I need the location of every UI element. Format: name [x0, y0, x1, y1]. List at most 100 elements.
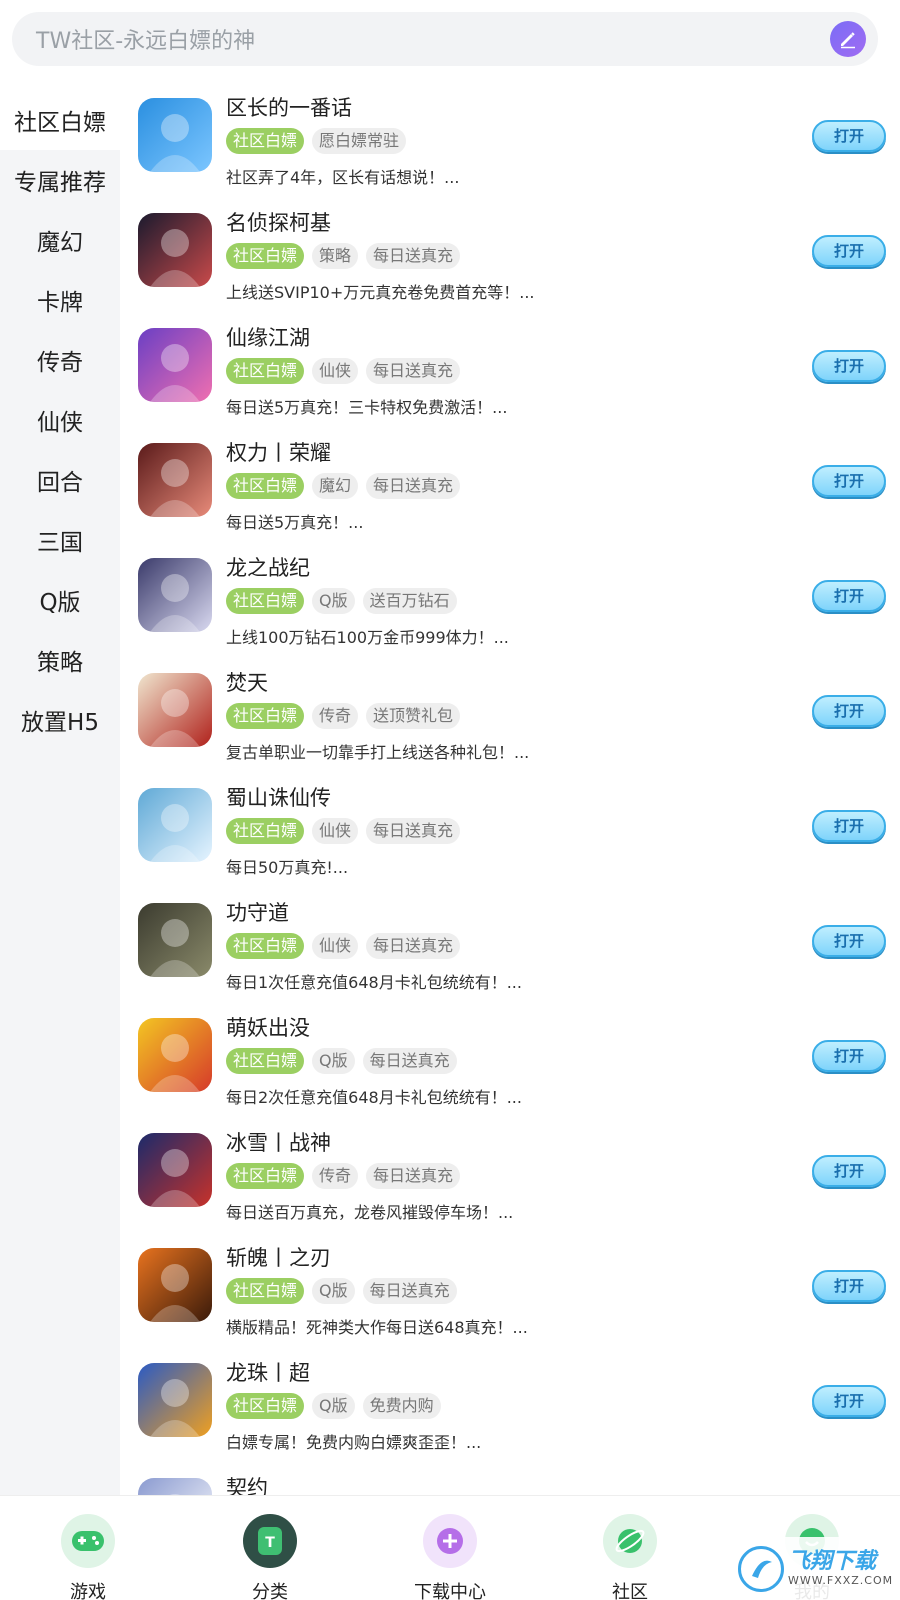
swordsman-icon[interactable]	[138, 903, 212, 977]
game-tag: 每日送真充	[366, 1163, 461, 1189]
game-row[interactable]: 名侦探柯基 社区白嫖 策略 每日送真充 上线送SVIP10+万元真充卷免费首充等！...…	[120, 207, 900, 322]
dragon-armor-icon[interactable]	[138, 1133, 212, 1207]
game-title[interactable]: 仙缘江湖	[226, 322, 310, 352]
detective-character-icon[interactable]	[138, 213, 212, 287]
open-button[interactable]: 打开	[812, 1270, 886, 1302]
game-title[interactable]: 契约	[226, 1472, 268, 1495]
game-description: 上线送SVIP10+万元真充卷免费首充等！...	[226, 283, 535, 302]
open-button[interactable]: 打开	[812, 580, 886, 612]
nav-games[interactable]: 游戏	[38, 1514, 138, 1600]
sidebar-item-legend[interactable]: 传奇	[0, 330, 120, 390]
game-tag: 魔幻	[312, 473, 359, 499]
game-row[interactable]: 龙之战纪 社区白嫖 Q版 送百万钻石 上线100万钻石100万金币999体力！... 打开	[120, 552, 900, 667]
sidebar-item-strategy[interactable]: 策略	[0, 630, 120, 690]
sidebar-item-turn-based[interactable]: 回合	[0, 450, 120, 510]
game-title[interactable]: 龙之战纪	[226, 552, 310, 582]
nav-category[interactable]: T 分类	[220, 1514, 320, 1600]
game-row[interactable]: 龙珠丨超 社区白嫖 Q版 免费内购 白嫖专属！免费内购白嫖爽歪歪！... 打开	[120, 1357, 900, 1472]
open-button[interactable]: 打开	[812, 810, 886, 842]
game-row[interactable]: 权力丨荣耀社区白嫖 魔幻 每日送真充每日送5万真充！... 打开	[120, 437, 900, 552]
sidebar-item-xianxia[interactable]: 仙侠	[0, 390, 120, 450]
pikachu-icon[interactable]	[138, 1018, 212, 1092]
category-sidebar: 社区白嫖 专属推荐 魔幻 卡牌 传奇 仙侠 回合 三国 Q版 策略 放置H5	[0, 90, 120, 1495]
game-row[interactable]: 功守道 社区白嫖 仙侠 每日送真充 每日1次任意充值648月卡礼包统统有！... 打开	[120, 897, 900, 1012]
open-button[interactable]: 打开	[812, 1040, 886, 1072]
svg-text:T: T	[265, 1535, 275, 1551]
xianyuan-calligraphy-icon[interactable]	[138, 328, 212, 402]
game-title[interactable]: 冰雪丨战神	[226, 1127, 331, 1157]
game-row[interactable]: 斩魄丨之刃 社区白嫖 Q版 每日送真充 横版精品！死神类大作每日送648真充！... 打开	[120, 1242, 900, 1357]
open-button[interactable]: 打开	[812, 925, 886, 957]
queen-portrait-icon[interactable]	[138, 443, 212, 517]
community-badge: 社区白嫖	[226, 703, 305, 729]
game-row[interactable]: 契约	[120, 1472, 900, 1495]
game-tag: Q版	[312, 1048, 355, 1074]
game-title[interactable]: 龙珠丨超	[226, 1357, 310, 1387]
game-row[interactable]: 萌妖出没 社区白嫖 Q版 每日送真充 每日2次任意充值648月卡礼包统统有！... 打开	[120, 1012, 900, 1127]
nav-category-label: 分类	[252, 1582, 288, 1600]
game-tag: 仙侠	[312, 358, 359, 384]
planet-icon	[603, 1514, 657, 1568]
game-description: 上线100万钻石100万金币999体力！...	[226, 628, 509, 647]
game-row[interactable]: 冰雪丨战神 社区白嫖 传奇 每日送真充 每日送百万真充，龙卷风摧毁停车场！... 打开	[120, 1127, 900, 1242]
fentian-calligraphy-icon[interactable]	[138, 673, 212, 747]
open-button[interactable]: 打开	[812, 120, 886, 152]
game-row[interactable]: 焚天 社区白嫖 传奇 送顶赞礼包 复古单职业一切靠手打上线送各种礼包！... 打开	[120, 667, 900, 782]
game-title[interactable]: 萌妖出没	[226, 1012, 310, 1042]
tw-community-logo[interactable]	[138, 98, 212, 172]
edit-icon[interactable]	[830, 21, 866, 57]
open-button[interactable]: 打开	[812, 695, 886, 727]
game-tags: 社区白嫖 传奇 每日送真充	[226, 1163, 461, 1189]
sidebar-item-idle-h5[interactable]: 放置H5	[0, 690, 120, 750]
search-bar[interactable]: TW社区-永远白嫖的神	[12, 12, 878, 66]
game-tag: 仙侠	[312, 933, 359, 959]
game-tags: 社区白嫖 愿白嫖常驻	[226, 128, 407, 154]
game-tag: Q版	[312, 1393, 355, 1419]
game-tag: 免费内购	[362, 1393, 441, 1419]
sidebar-item-community[interactable]: 社区白嫖	[0, 90, 120, 150]
category-icon: T	[243, 1514, 297, 1568]
community-badge: 社区白嫖	[226, 1163, 305, 1189]
game-title[interactable]: 权力丨荣耀	[226, 437, 331, 467]
open-button[interactable]: 打开	[812, 1385, 886, 1417]
game-title[interactable]: 区长的一番话	[226, 92, 352, 122]
game-description: 每日送5万真充！...	[226, 513, 364, 532]
community-badge: 社区白嫖	[226, 358, 305, 384]
game-tags: 社区白嫖 仙侠 每日送真充	[226, 818, 461, 844]
game-title[interactable]: 蜀山诛仙传	[226, 782, 331, 812]
open-button[interactable]: 打开	[812, 235, 886, 267]
game-title[interactable]: 焚天	[226, 667, 268, 697]
chibi-warrior-icon[interactable]	[138, 558, 212, 632]
sidebar-item-recommend[interactable]: 专属推荐	[0, 150, 120, 210]
open-button[interactable]: 打开	[812, 350, 886, 382]
saiyan-icon[interactable]	[138, 1363, 212, 1437]
search-input[interactable]: TW社区-永远白嫖的神	[36, 23, 830, 55]
game-tags: 社区白嫖 魔幻 每日送真充	[226, 473, 461, 499]
game-title[interactable]: 名侦探柯基	[226, 207, 331, 237]
game-description: 每日2次任意充值648月卡礼包统统有！...	[226, 1088, 522, 1107]
nav-download-center[interactable]: 下载中心	[400, 1514, 500, 1600]
sidebar-item-fantasy[interactable]: 魔幻	[0, 210, 120, 270]
open-button[interactable]: 打开	[812, 465, 886, 497]
community-badge: 社区白嫖	[226, 243, 305, 269]
nav-community[interactable]: 社区	[580, 1514, 680, 1600]
nav-games-label: 游戏	[70, 1582, 106, 1600]
game-tags: 社区白嫖 仙侠 每日送真充	[226, 933, 461, 959]
hollow-mask-icon[interactable]	[138, 1248, 212, 1322]
game-title[interactable]: 功守道	[226, 897, 289, 927]
contract-icon[interactable]	[138, 1478, 212, 1495]
fairy-portrait-icon[interactable]	[138, 788, 212, 862]
watermark-url: WWW.FXXZ.COM	[788, 1574, 894, 1587]
game-tag: 每日送真充	[366, 243, 461, 269]
sidebar-item-three-kingdoms[interactable]: 三国	[0, 510, 120, 570]
game-description: 白嫖专属！免费内购白嫖爽歪歪！...	[226, 1433, 482, 1452]
download-plus-icon	[423, 1514, 477, 1568]
game-row[interactable]: 仙缘江湖 社区白嫖 仙侠 每日送真充 每日送5万真充！三卡特权免费激活！... 打开	[120, 322, 900, 437]
sidebar-item-cards[interactable]: 卡牌	[0, 270, 120, 330]
open-button[interactable]: 打开	[812, 1155, 886, 1187]
game-tags: 社区白嫖 传奇 送顶赞礼包	[226, 703, 461, 729]
game-row[interactable]: 蜀山诛仙传 社区白嫖 仙侠 每日送真充 每日50万真充!... 打开	[120, 782, 900, 897]
game-row[interactable]: 区长的一番话 社区白嫖 愿白嫖常驻 社区弄了4年，区长有话想说！... 打开	[120, 92, 900, 207]
game-title[interactable]: 斩魄丨之刃	[226, 1242, 331, 1272]
sidebar-item-chibi[interactable]: Q版	[0, 570, 120, 630]
